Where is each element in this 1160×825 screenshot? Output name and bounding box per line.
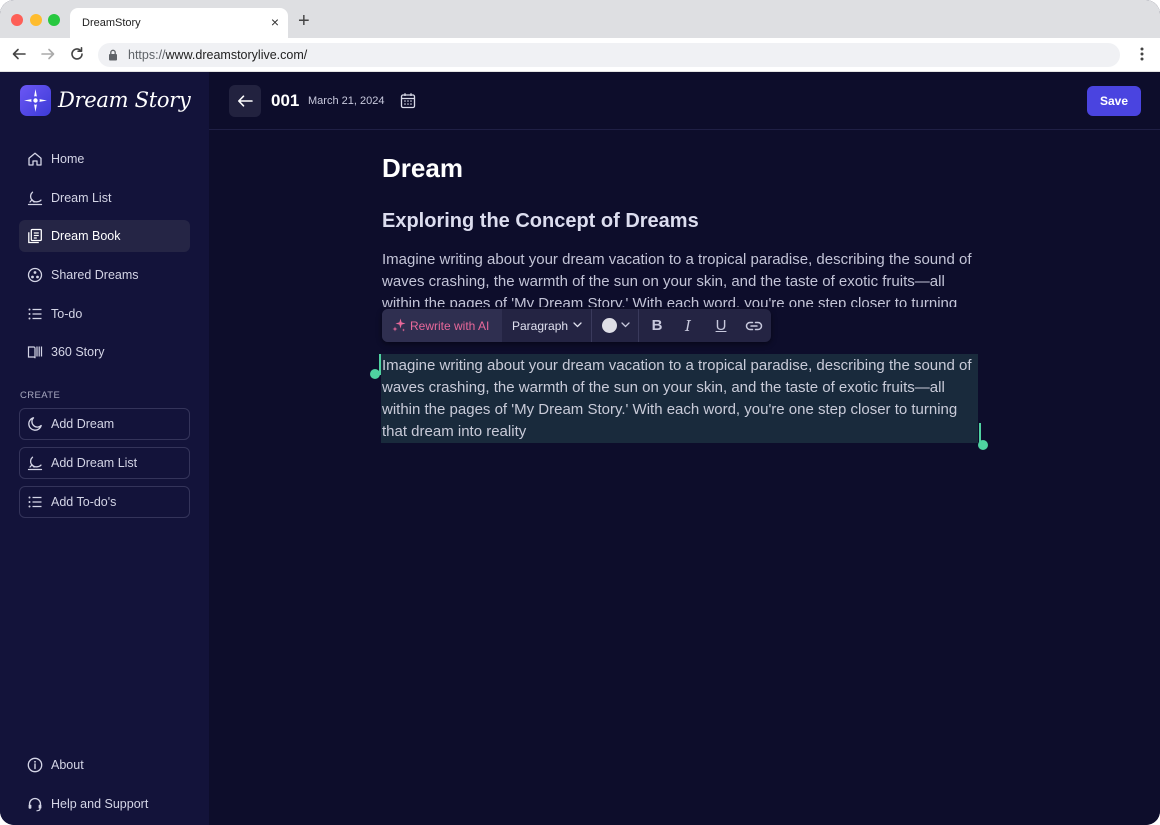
paragraph[interactable]: Imagine writing about your dream vacatio… xyxy=(382,249,982,307)
moon-list-icon xyxy=(27,191,43,206)
sidebar-item-to-do[interactable]: To-do xyxy=(19,298,190,330)
sidebar-item-label: Shared Dreams xyxy=(51,268,139,282)
list-icon xyxy=(28,308,42,320)
info-icon xyxy=(27,757,43,773)
sidebar-item-dream-book[interactable]: Dream Book xyxy=(19,220,190,252)
sidebar-item-label: Help and Support xyxy=(51,797,149,811)
new-tab-button[interactable]: + xyxy=(298,11,310,31)
main-content: 001 March 21, 2024 Save Dream Exploring … xyxy=(209,72,1160,825)
app: Dream Story Home Dream List Dream Book S… xyxy=(0,72,1160,825)
sidebar-item-about[interactable]: About xyxy=(19,749,190,781)
back-arrow-icon[interactable] xyxy=(11,46,27,62)
sidebar-item-home[interactable]: Home xyxy=(19,143,190,175)
sidebar-item-shared-dreams[interactable]: Shared Dreams xyxy=(19,259,190,291)
rewrite-with-ai-button[interactable]: Rewrite with AI xyxy=(382,309,502,342)
url-text: https://www.dreamstorylive.com/ xyxy=(128,48,307,62)
save-button[interactable]: Save xyxy=(1087,86,1141,116)
moon-list-icon xyxy=(27,456,43,471)
back-button[interactable] xyxy=(229,85,261,117)
document-title[interactable]: Dream xyxy=(382,153,463,184)
bold-button[interactable]: B xyxy=(648,317,666,335)
shared-icon xyxy=(27,267,43,283)
url-host: www.dreamstorylive.com/ xyxy=(165,48,308,62)
sidebar-item-label: Dream Book xyxy=(51,229,121,243)
underline-button[interactable]: U xyxy=(712,317,730,335)
minimize-window-button[interactable] xyxy=(30,14,42,26)
rewrite-with-ai-label: Rewrite with AI xyxy=(410,319,490,333)
book-icon xyxy=(28,228,42,244)
add-dream-list-label: Add Dream List xyxy=(51,456,138,470)
headset-icon xyxy=(28,797,42,812)
chevron-down-icon xyxy=(573,322,582,328)
sidebar-item-360-story[interactable]: 360 Story xyxy=(19,336,190,368)
sidebar-item-label: Home xyxy=(51,152,85,166)
sidebar-item-label: Dream List xyxy=(51,191,112,205)
toolbar-divider xyxy=(591,309,592,342)
sidebar-item-label: 360 Story xyxy=(51,345,105,359)
editor-header: 001 March 21, 2024 Save xyxy=(209,72,1160,130)
toolbar-divider xyxy=(638,309,639,342)
home-icon xyxy=(28,152,42,166)
maximize-window-button[interactable] xyxy=(48,14,60,26)
selected-paragraph[interactable]: Imagine writing about your dream vacatio… xyxy=(381,354,978,443)
reload-icon[interactable] xyxy=(69,46,85,62)
browser-tab[interactable]: DreamStory × xyxy=(70,8,288,38)
url-field[interactable]: https://www.dreamstorylive.com/ xyxy=(98,43,1120,67)
moon-icon xyxy=(28,417,42,431)
add-dream-button[interactable]: Add Dream xyxy=(19,408,190,440)
brand-name: Dream Story xyxy=(58,88,191,112)
forward-arrow-icon[interactable] xyxy=(40,46,56,62)
formatting-toolbar: Rewrite with AI Paragraph B I U xyxy=(382,309,771,342)
selection-end-handle[interactable] xyxy=(978,440,988,450)
address-bar: https://www.dreamstorylive.com/ xyxy=(0,38,1160,72)
tab-close-icon[interactable]: × xyxy=(271,14,279,30)
link-icon[interactable] xyxy=(745,317,763,335)
chevron-down-icon xyxy=(621,322,630,328)
sidebar-item-label: About xyxy=(51,758,84,772)
back-arrow-icon xyxy=(238,95,253,107)
browser-window: DreamStory × + https://www.dreamstoryliv… xyxy=(0,0,1160,825)
doc-number: 001 xyxy=(271,91,300,110)
add-todos-label: Add To-do's xyxy=(51,495,117,509)
sidebar-item-help[interactable]: Help and Support xyxy=(19,788,190,820)
sidebar-item-label: To-do xyxy=(51,307,83,321)
close-window-button[interactable] xyxy=(11,14,23,26)
sidebar-item-dream-list[interactable]: Dream List xyxy=(19,182,190,214)
sidebar: Dream Story Home Dream List Dream Book S… xyxy=(0,72,209,825)
add-dream-label: Add Dream xyxy=(51,417,115,431)
document-heading[interactable]: Exploring the Concept of Dreams xyxy=(382,210,699,233)
calendar-icon[interactable] xyxy=(400,92,416,109)
add-todos-button[interactable]: Add To-do's xyxy=(19,486,190,518)
doc-date: March 21, 2024 xyxy=(308,95,385,107)
text-color-button[interactable] xyxy=(602,318,617,333)
browser-menu-icon[interactable] xyxy=(1140,46,1144,62)
selection-start-handle[interactable] xyxy=(370,369,380,379)
paragraph-style-dropdown[interactable]: Paragraph xyxy=(512,319,568,333)
create-section-label: CREATE xyxy=(20,390,61,401)
lock-icon xyxy=(109,49,117,61)
tab-bar: DreamStory × + xyxy=(0,0,1160,38)
url-protocol: https:// xyxy=(128,48,166,62)
list-icon xyxy=(28,496,42,508)
italic-button[interactable]: I xyxy=(679,317,697,335)
sparkle-icon xyxy=(392,318,406,332)
add-dream-list-button[interactable]: Add Dream List xyxy=(19,447,190,479)
tab-title: DreamStory xyxy=(82,17,141,29)
brand-logo-icon xyxy=(20,85,51,116)
open-book-icon xyxy=(27,346,43,359)
